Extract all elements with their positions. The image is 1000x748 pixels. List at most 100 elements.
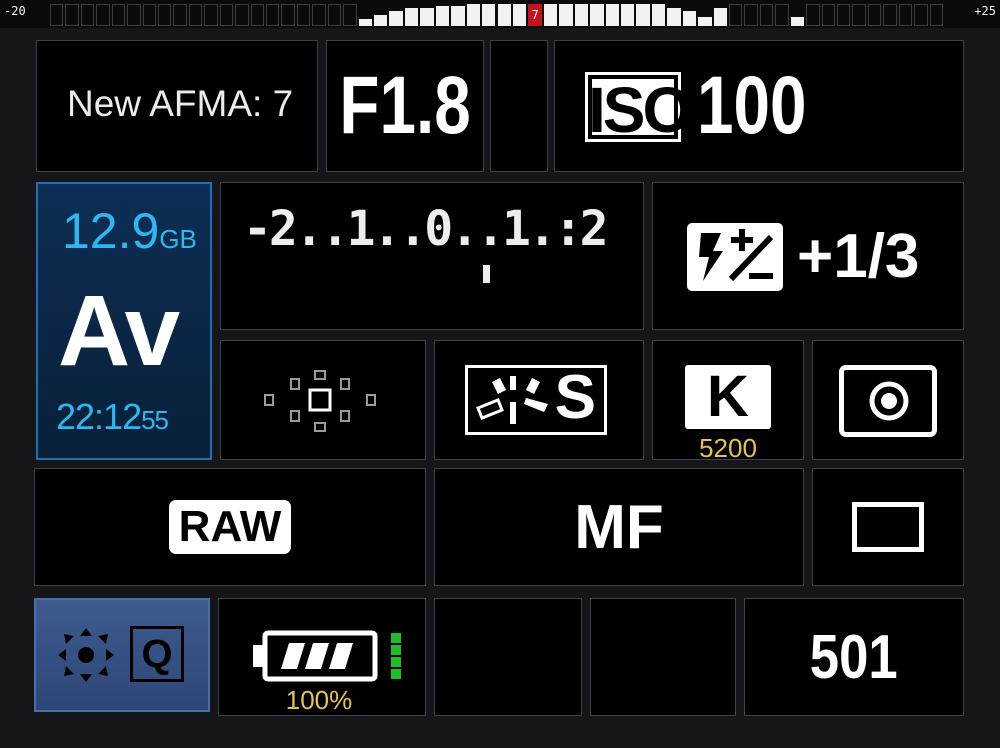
histogram-bar [651, 4, 666, 26]
white-balance-panel[interactable]: K 5200 [652, 340, 804, 463]
histogram-slot [80, 4, 95, 26]
kelvin-value: 5200 [699, 433, 757, 463]
shooting-mode: Av [58, 275, 180, 387]
storage-unit: GB [159, 224, 197, 254]
histogram-bar [497, 4, 511, 26]
scale-min-label: -20 [4, 4, 26, 18]
histogram-bar [574, 4, 589, 26]
empty-panel [590, 598, 736, 716]
histogram-slot [728, 4, 743, 26]
exposure-level-scale: -20 7 +25 [0, 0, 1000, 28]
histogram-bars: 7 [50, 2, 945, 26]
focus-mode-panel[interactable]: MF [434, 468, 804, 586]
histogram-bar [404, 8, 419, 26]
exposure-compensation-panel[interactable]: -2..1..0..1.:2 [220, 182, 644, 330]
histogram-slot [142, 4, 156, 26]
clock: 22:1255 [56, 396, 169, 437]
battery-percent: 100% [285, 685, 353, 715]
histogram-bar [374, 15, 388, 26]
afma-label: New AFMA: 7 [67, 83, 294, 124]
battery-icon [253, 630, 378, 682]
histogram-bar [435, 6, 450, 26]
metering-panel[interactable] [812, 340, 964, 460]
focus-mode-label: MF [574, 492, 664, 562]
aperture-panel[interactable]: F1.8 [326, 40, 484, 172]
iso-badge: ISO [585, 72, 692, 145]
histogram-bar [713, 8, 727, 26]
histogram-bar [590, 4, 604, 26]
histogram-bar [620, 4, 635, 26]
histogram-slot [158, 4, 172, 26]
histogram-bar [790, 17, 805, 26]
flash-comp-value: +1/3 [797, 222, 920, 291]
histogram-bar [389, 11, 403, 26]
histogram-slot [914, 4, 928, 26]
iso-panel[interactable]: ISO 100 [554, 40, 964, 172]
histogram-bar [482, 4, 496, 26]
histogram-slot [744, 4, 758, 26]
shots-remaining-panel: 501 [744, 598, 964, 716]
battery-panel: 100% [218, 598, 426, 716]
histogram-slot [898, 4, 913, 26]
empty-panel [434, 598, 582, 716]
flash-exposure-compensation-icon [687, 223, 783, 291]
picture-style-letter: S [554, 363, 596, 432]
histogram-slot [281, 4, 295, 26]
histogram-slot [266, 4, 280, 26]
histogram-slot [929, 4, 943, 26]
histogram-slot [219, 4, 234, 26]
histogram-slot [50, 4, 64, 26]
q-badge: Q [130, 626, 184, 682]
exposure-level-indicator [483, 265, 490, 283]
af-point-panel[interactable] [220, 340, 426, 460]
histogram-bar [605, 4, 619, 26]
picture-style-standard-icon: S [465, 363, 607, 435]
drive-mode-panel[interactable] [812, 468, 964, 586]
iso-value: 100 [697, 60, 807, 151]
kelvin-badge: K [685, 365, 771, 429]
raw-badge: RAW [168, 500, 292, 554]
histogram-bar [682, 11, 697, 26]
histogram-slot [312, 4, 326, 26]
afma-panel[interactable]: New AFMA: 7 [36, 40, 318, 172]
aperture-value: F1.8 [339, 60, 471, 151]
single-shot-drive-icon [852, 502, 924, 552]
histogram-bar [358, 19, 373, 26]
histogram-bar [451, 6, 465, 26]
histogram-slot [852, 4, 866, 26]
scale-max-label: +25 [974, 4, 996, 18]
battery-level-leds [391, 633, 401, 679]
histogram-slot [188, 4, 203, 26]
status-panel: 12.9GB Av 22:1255 [36, 182, 212, 460]
histogram-slot [250, 4, 265, 26]
histogram-bar [420, 8, 434, 26]
histogram-bar [559, 4, 573, 26]
image-quality-panel[interactable]: RAW [34, 468, 426, 586]
histogram-slot [127, 4, 141, 26]
histogram-bar [543, 4, 558, 26]
histogram-slot [65, 4, 79, 26]
storage-remaining: 12.9GB [62, 203, 197, 259]
histogram-bar [636, 4, 650, 26]
histogram-slot [296, 4, 311, 26]
histogram-bar [667, 8, 681, 26]
flash-comp-panel[interactable]: +1/3 [652, 182, 964, 330]
histogram-slot [775, 4, 789, 26]
histogram-slot [836, 4, 851, 26]
histogram-bar [466, 4, 481, 26]
histogram-slot [235, 4, 249, 26]
histogram-slot [173, 4, 187, 26]
histogram-slot [111, 4, 126, 26]
histogram-slot [821, 4, 835, 26]
histogram-bar [512, 4, 527, 26]
histogram-slot [867, 4, 882, 26]
histogram-bar [698, 17, 712, 26]
histogram-slot [343, 4, 357, 26]
quick-control-button[interactable]: Q [34, 598, 210, 712]
histogram-slot [806, 4, 820, 26]
exposure-comp-scale: -2..1..0..1.:2 [243, 201, 609, 257]
empty-panel [490, 40, 548, 172]
histogram-slot [883, 4, 897, 26]
picture-style-panel[interactable]: S [434, 340, 644, 460]
evaluative-metering-icon [839, 365, 937, 437]
